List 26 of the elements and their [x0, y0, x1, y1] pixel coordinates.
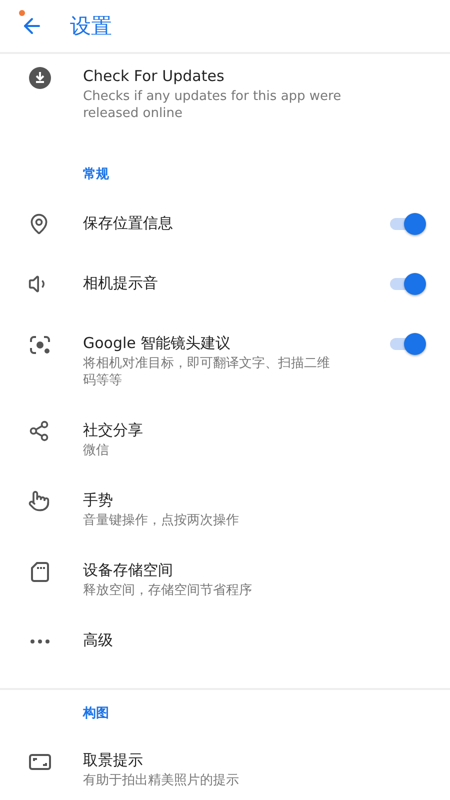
page-title: 设置	[70, 13, 112, 40]
toggle-switch[interactable]	[388, 273, 426, 295]
setting-title[interactable]: 手势	[83, 488, 426, 512]
setting-description: 微信	[83, 442, 110, 459]
toggle-switch[interactable]	[388, 333, 426, 355]
sd-card-icon	[28, 560, 52, 584]
download-icon	[28, 66, 52, 90]
setting-title[interactable]: 设备存储空间	[83, 558, 426, 582]
setting-description: 释放空间，存储空间节省程序	[83, 582, 253, 599]
more-icon	[30, 639, 50, 644]
setting-title[interactable]: 社交分享	[83, 418, 426, 442]
setting-description: 有助于拍出精美照片的提示	[83, 772, 240, 789]
section-heading: 常规	[83, 166, 110, 183]
toggle-switch[interactable]	[388, 213, 426, 235]
hand-icon	[28, 490, 52, 514]
setting-title[interactable]: Check For Updates	[83, 64, 426, 88]
setting-title[interactable]: 保存位置信息	[83, 211, 388, 235]
setting-description: 音量键操作，点按两次操作	[83, 512, 240, 529]
setting-title[interactable]: Google 智能镜头建议	[83, 331, 388, 355]
setting-description: Checks if any updates for this app were released online	[83, 88, 342, 122]
setting-description: 将相机对准目标，即可翻译文字、扫描二维码等等	[83, 355, 331, 389]
setting-title[interactable]: 取景提示	[83, 748, 426, 772]
setting-title[interactable]: 高级	[83, 628, 426, 652]
setting-title[interactable]: 相机提示音	[83, 271, 388, 295]
section-heading: 构图	[83, 705, 110, 722]
lens-scan-icon	[28, 333, 52, 357]
